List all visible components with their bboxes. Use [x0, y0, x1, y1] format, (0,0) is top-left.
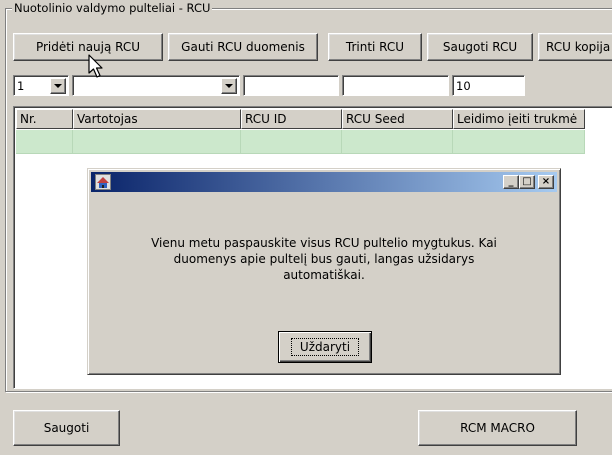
dialog-close-label: Uždaryti	[290, 338, 360, 356]
app-window-icon	[95, 174, 111, 190]
rcm-macro-button[interactable]: RCM MACRO	[418, 410, 577, 446]
minimize-icon[interactable]: _	[503, 175, 519, 189]
dialog-message-line: automatiškai.	[283, 268, 365, 282]
number-value: 1	[17, 79, 25, 93]
column-header-duration[interactable]: Leidimo įeiti trukmė	[453, 109, 585, 129]
user-combo-arrow-icon[interactable]	[221, 78, 237, 94]
column-header-rcu-seed[interactable]: RCU Seed	[342, 109, 453, 129]
table-cell	[73, 130, 241, 154]
group-title: Nuotolinio valdymo pulteliai - RCU	[12, 1, 213, 15]
table-cell	[453, 130, 585, 154]
table-header: Nr. Vartotojas RCU ID RCU Seed Leidimo į…	[16, 109, 585, 129]
rcu-copy-button[interactable]: RCU kopija	[538, 33, 612, 61]
mouse-pointer-icon	[88, 54, 103, 78]
close-icon[interactable]: ×	[538, 175, 554, 189]
dialog-titlebar[interactable]: _ □ ×	[91, 172, 557, 192]
maximize-icon[interactable]: □	[519, 175, 535, 189]
column-header-user[interactable]: Vartotojas	[73, 109, 241, 129]
dialog-message-line: duomenys apie pultelį bus gauti, langas …	[173, 252, 475, 266]
rcu-seed-input[interactable]	[342, 75, 449, 96]
table-cell	[16, 130, 73, 154]
delete-rcu-button[interactable]: Trinti RCU	[328, 33, 422, 61]
table-cell	[241, 130, 342, 154]
save-button[interactable]: Saugoti	[13, 410, 120, 446]
dialog-message-line: Vienu metu paspauskite visus RCU pulteli…	[151, 236, 497, 250]
rcu-read-dialog: _ □ × Vienu metu paspauskite visus RCU p…	[87, 168, 561, 375]
table-row[interactable]	[16, 130, 585, 154]
dialog-close-button[interactable]: Uždaryti	[278, 331, 372, 363]
column-header-rcu-id[interactable]: RCU ID	[241, 109, 342, 129]
number-combo-arrow-icon[interactable]	[50, 78, 66, 94]
save-rcu-button[interactable]: Saugoti RCU	[427, 33, 533, 61]
number-combo[interactable]: 1	[13, 75, 69, 96]
rcu-id-input[interactable]	[243, 75, 339, 96]
column-header-nr[interactable]: Nr.	[16, 109, 73, 129]
duration-input[interactable]: 10	[452, 75, 525, 96]
dialog-message: Vienu metu paspauskite visus RCU pulteli…	[108, 235, 540, 283]
get-rcu-data-button[interactable]: Gauti RCU duomenis	[168, 33, 318, 61]
table-cell	[342, 130, 453, 154]
